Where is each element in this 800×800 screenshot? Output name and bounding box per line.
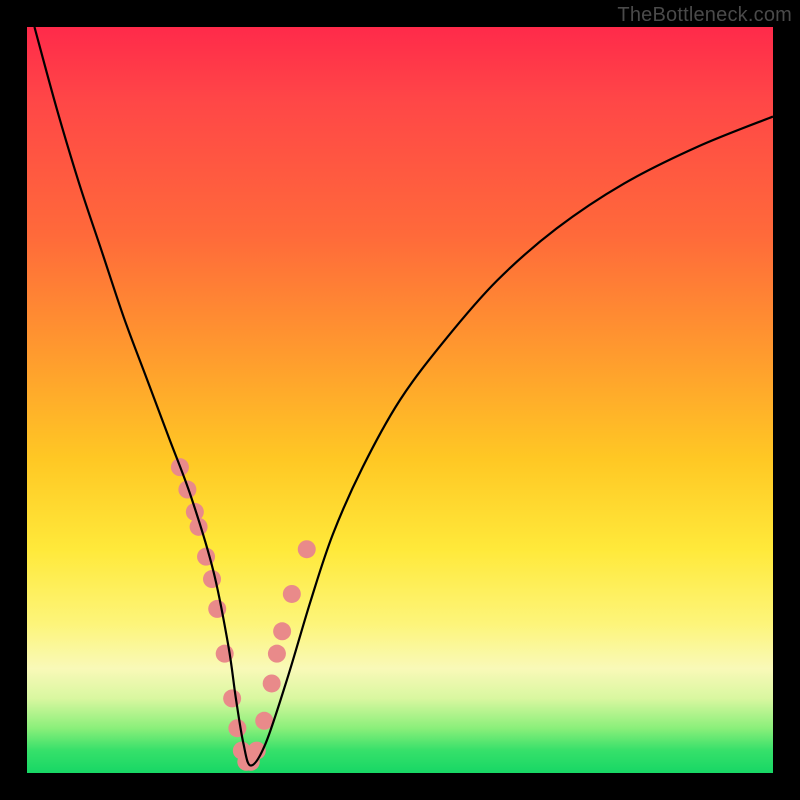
chart-frame: TheBottleneck.com <box>0 0 800 800</box>
marker-point <box>228 719 246 737</box>
marker-point <box>298 540 316 558</box>
marker-point <box>203 570 221 588</box>
marker-point <box>283 585 301 603</box>
marker-point <box>268 645 286 663</box>
curve-svg <box>27 27 773 773</box>
marker-point <box>223 689 241 707</box>
watermark-text: TheBottleneck.com <box>617 4 792 27</box>
plot-area <box>27 27 773 773</box>
marker-point <box>273 622 291 640</box>
marker-point <box>263 674 281 692</box>
bottleneck-curve <box>34 27 773 766</box>
